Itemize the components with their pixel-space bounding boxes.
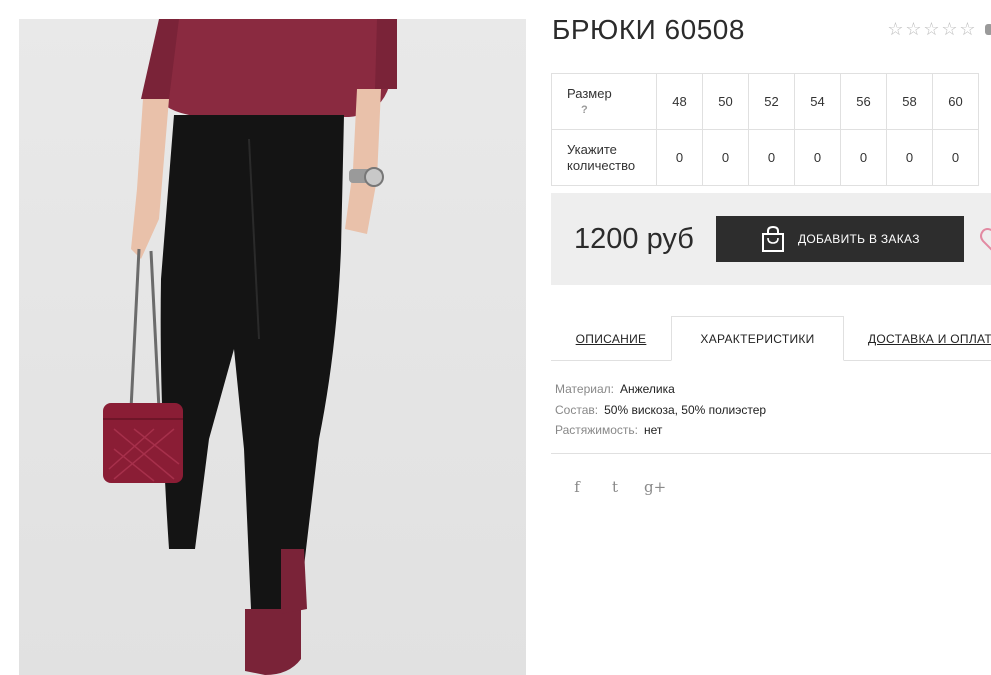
size-cell: 48 xyxy=(656,73,703,130)
characteristic-key: Состав: xyxy=(555,402,599,417)
characteristic-value: Анжелика xyxy=(619,382,675,396)
add-to-order-label: ДОБАВИТЬ В ЗАКАЗ xyxy=(798,232,920,246)
size-cell: 52 xyxy=(748,73,795,130)
twitter-icon[interactable]: t xyxy=(606,478,624,496)
product-photo xyxy=(19,19,526,675)
characteristic-row: Материал: Анжелика xyxy=(555,379,766,400)
size-label: Размер xyxy=(567,85,612,101)
quantity-input[interactable]: 0 xyxy=(748,129,795,186)
product-title: БРЮКИ 60508 xyxy=(552,14,745,45)
rating-stars[interactable]: ☆ ☆ ☆ ☆ ☆ xyxy=(887,20,976,38)
quantity-row: Укажите количество 0 0 0 0 0 0 0 xyxy=(551,129,979,186)
quantity-label: Укажите количество xyxy=(551,129,657,186)
price-box: 1200 руб ДОБАВИТЬ В ЗАКАЗ xyxy=(551,193,991,285)
size-help-icon[interactable]: ? xyxy=(567,102,656,118)
product-price: 1200 руб xyxy=(574,223,694,255)
social-share: f t g+ xyxy=(568,478,666,496)
size-label-cell: Размер ? xyxy=(551,73,657,130)
quantity-input[interactable]: 0 xyxy=(656,129,703,186)
facebook-icon[interactable]: f xyxy=(568,478,586,496)
product-tabs: ОПИСАНИЕ ХАРАКТЕРИСТИКИ ДОСТАВКА И ОПЛАТ… xyxy=(551,316,991,361)
star-icon[interactable]: ☆ xyxy=(941,20,958,38)
size-cell: 58 xyxy=(886,73,933,130)
characteristics-list: Материал: Анжелика Состав: 50% вискоза, 50… xyxy=(555,379,766,441)
star-icon[interactable]: ☆ xyxy=(887,20,904,38)
section-divider xyxy=(551,453,991,454)
star-icon[interactable]: ☆ xyxy=(905,20,922,38)
google-plus-icon[interactable]: g+ xyxy=(644,478,666,496)
characteristic-key: Материал: xyxy=(555,382,614,396)
product-photo-illustration xyxy=(103,19,397,675)
tab-description[interactable]: ОПИСАНИЕ xyxy=(551,316,671,361)
quantity-input[interactable]: 0 xyxy=(702,129,749,186)
size-cell: 56 xyxy=(840,73,887,130)
size-row: Размер ? 48 50 52 54 56 58 60 xyxy=(551,73,979,130)
size-table: Размер ? 48 50 52 54 56 58 60 Укажите ко… xyxy=(551,73,979,186)
characteristic-key: Растяжимость: xyxy=(555,423,639,437)
size-cell: 50 xyxy=(702,73,749,130)
characteristic-value: 50% вискоза, 50% полиэстер xyxy=(604,402,767,417)
tab-characteristics[interactable]: ХАРАКТЕРИСТИКИ xyxy=(671,316,844,361)
size-cell: 60 xyxy=(932,73,979,130)
star-icon[interactable]: ☆ xyxy=(923,20,940,38)
quantity-input[interactable]: 0 xyxy=(886,129,933,186)
quantity-input[interactable]: 0 xyxy=(932,129,979,186)
compare-icon[interactable] xyxy=(985,24,991,35)
characteristic-value: нет xyxy=(644,423,663,437)
add-to-order-button[interactable]: ДОБАВИТЬ В ЗАКАЗ xyxy=(716,216,964,262)
tab-delivery-payment[interactable]: ДОСТАВКА И ОПЛАТА xyxy=(863,316,991,361)
quantity-input[interactable]: 0 xyxy=(840,129,887,186)
heart-icon[interactable] xyxy=(975,225,991,253)
characteristic-row: Состав: 50% вискоза, 50% полиэстер xyxy=(555,400,766,421)
shopping-bag-icon xyxy=(762,225,784,252)
star-icon[interactable]: ☆ xyxy=(959,20,976,38)
characteristic-row: Растяжимость: нет xyxy=(555,420,766,441)
quantity-input[interactable]: 0 xyxy=(794,129,841,186)
size-cell: 54 xyxy=(794,73,841,130)
